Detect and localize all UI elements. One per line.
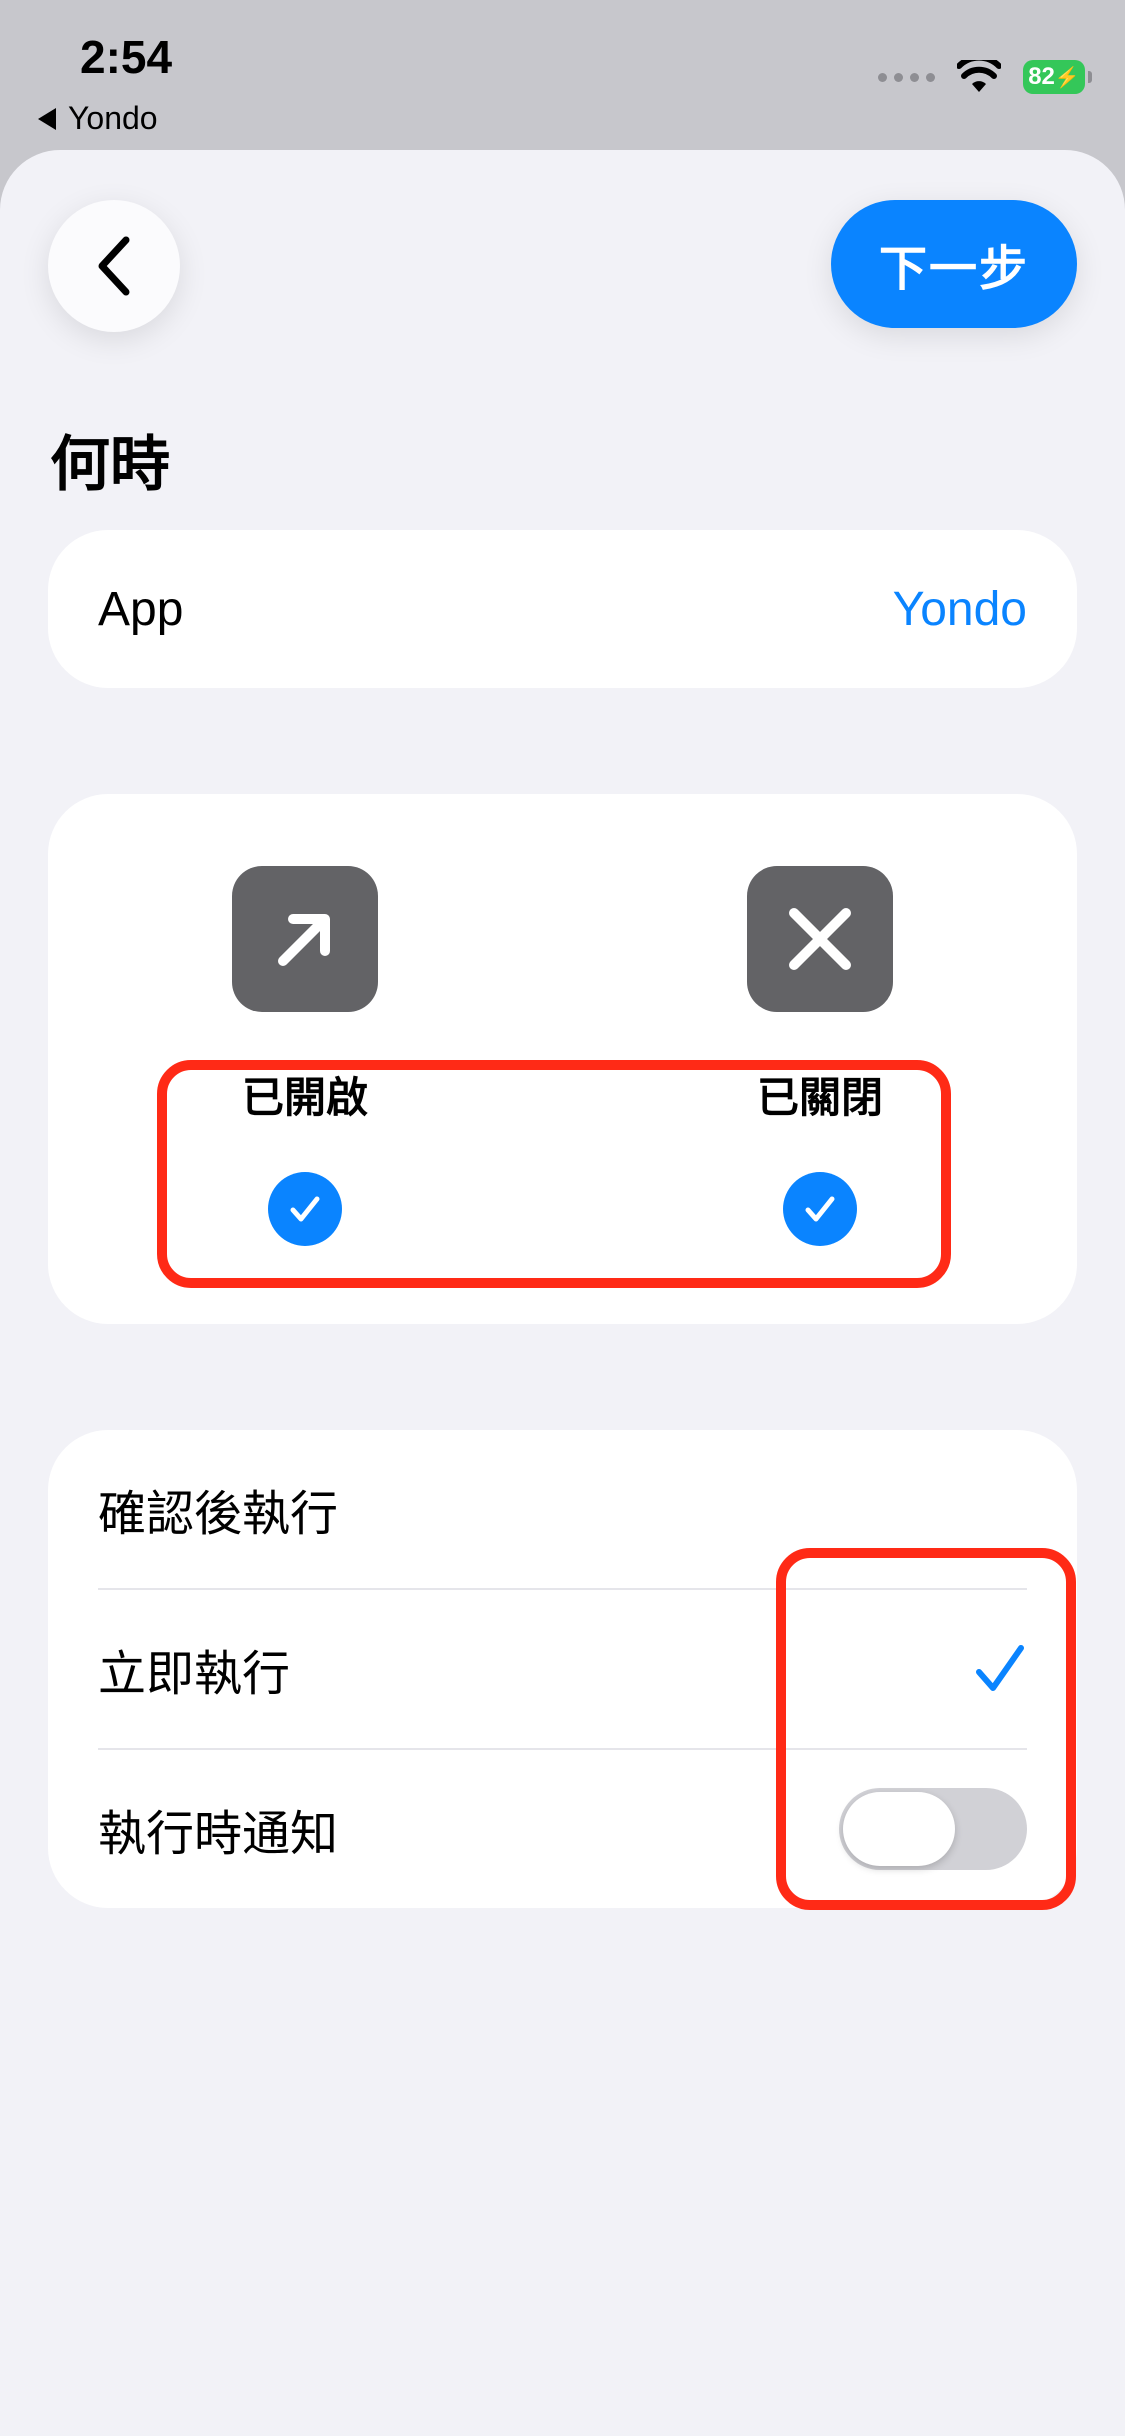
cellular-dots-icon — [878, 72, 935, 82]
battery-level: 82 — [1028, 63, 1055, 90]
battery-icon: 82 ⚡ — [1023, 60, 1092, 94]
app-label: App — [98, 582, 184, 636]
options-highlight-box — [776, 1548, 1076, 1910]
status-right: 82 ⚡ — [878, 60, 1092, 94]
back-triangle-icon — [38, 107, 56, 130]
app-row[interactable]: App Yondo — [48, 530, 1077, 688]
wifi-icon — [957, 60, 1001, 92]
status-back-app: Yondo — [68, 100, 158, 136]
status-back-link[interactable]: Yondo — [38, 100, 158, 137]
run-option-confirm-label: 確認後執行 — [98, 1486, 339, 1542]
chevron-left-icon — [98, 236, 130, 296]
app-value[interactable]: Yondo — [893, 530, 1027, 688]
run-option-immediate-label: 立即執行 — [98, 1646, 291, 1702]
section-title: 何時 — [50, 430, 170, 500]
close-x-icon — [789, 908, 851, 970]
closed-state-tile[interactable] — [747, 866, 893, 1012]
next-button[interactable]: 下一步 — [831, 200, 1077, 328]
arrow-up-right-icon — [278, 914, 330, 966]
sheet: 下一步 何時 App Yondo 已開啟 已關閉 確認後執行 立即執行 執行時通… — [0, 150, 1125, 2436]
back-button[interactable] — [48, 200, 180, 332]
state-highlight-box — [157, 1060, 951, 1288]
run-option-notify-label: 執行時通知 — [98, 1806, 339, 1862]
opened-state-tile[interactable] — [232, 866, 378, 1012]
status-time: 2:54 — [80, 31, 173, 83]
